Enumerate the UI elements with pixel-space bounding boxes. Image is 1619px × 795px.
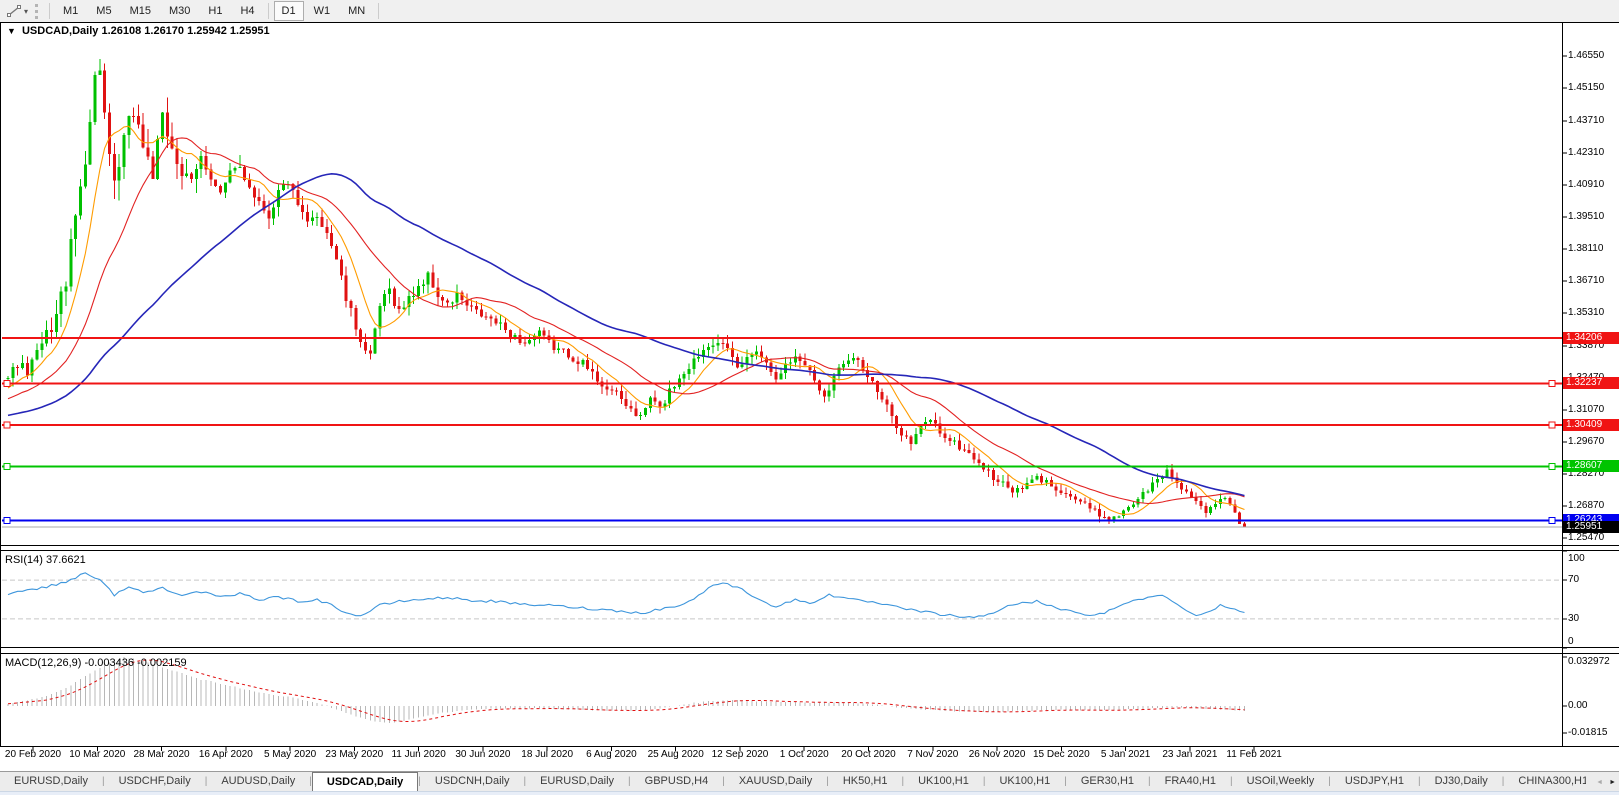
- tab-xauusd-daily[interactable]: XAUUSD,Daily: [725, 772, 826, 792]
- tab-audusd-daily[interactable]: AUDUSD,Daily: [207, 772, 309, 792]
- timeframe-button-m15[interactable]: M15: [122, 1, 159, 21]
- chart-ohlc-values: 1.26108 1.26170 1.25942 1.25951: [101, 25, 269, 37]
- timeframe-toolbar: M1M5M15M30H1H4 D1W1MN: [45, 1, 383, 21]
- chart-tab-bar: EURUSD,Daily|USDCHF,Daily|AUDUSD,Daily|U…: [0, 771, 1619, 792]
- timeframe-button-m30[interactable]: M30: [161, 1, 198, 21]
- timeframe-button-d1[interactable]: D1: [274, 1, 304, 21]
- toolbar: ▾ M1M5M15M30H1H4 D1W1MN: [0, 0, 1619, 22]
- pane-borders: [0, 23, 1619, 752]
- horizontal-lines-layer: [2, 338, 1562, 527]
- tab-uk100-h1[interactable]: UK100,H1: [904, 772, 983, 792]
- line-tool-icon[interactable]: [4, 3, 24, 19]
- collapse-arrow-icon[interactable]: ▼: [7, 26, 16, 36]
- price-chart-canvas[interactable]: [0, 0, 1619, 795]
- timeframe-button-m1[interactable]: M1: [55, 1, 86, 21]
- tab-usdcad-daily[interactable]: USDCAD,Daily: [312, 772, 418, 792]
- macd-signal-line: [8, 660, 1245, 721]
- rsi-line: [8, 573, 1245, 618]
- hline-handle: [1549, 517, 1555, 523]
- rsi-layer: [2, 573, 1562, 619]
- dropdown-caret-icon[interactable]: ▾: [24, 7, 28, 16]
- macd-label: MACD(12,26,9) -0.003436 -0.002159: [5, 657, 187, 669]
- timeframe-button-w1[interactable]: W1: [306, 1, 339, 21]
- tab-scroll-left-icon[interactable]: ◄: [1596, 779, 1603, 786]
- chart-symbol-period: USDCAD,Daily: [22, 25, 98, 37]
- hline-handle: [4, 517, 10, 523]
- tab-eurusd-daily[interactable]: EURUSD,Daily: [0, 772, 102, 792]
- toolbar-separator: [49, 3, 50, 19]
- chart-tabs: EURUSD,Daily|USDCHF,Daily|AUDUSD,Daily|U…: [0, 772, 1586, 792]
- timeframe-button-m5[interactable]: M5: [88, 1, 119, 21]
- ma-21-line: [8, 138, 1245, 504]
- tab-scroll-right-icon[interactable]: ►: [1609, 779, 1616, 786]
- macd-layer: [8, 657, 1245, 723]
- hline-handle: [1549, 422, 1555, 428]
- timeframe-button-mn[interactable]: MN: [340, 1, 373, 21]
- hline-handle: [4, 463, 10, 469]
- ma-55-line: [8, 174, 1245, 496]
- tab-usdjpy-h1[interactable]: USDJPY,H1: [1331, 772, 1418, 792]
- tab-china300-h1[interactable]: CHINA300,H1: [1504, 772, 1586, 792]
- toolbar-separator: [378, 3, 379, 19]
- rsi-label: RSI(14) 37.6621: [5, 554, 86, 566]
- hline-handle: [1549, 380, 1555, 386]
- ma-8-line: [8, 126, 1245, 514]
- moving-averages-layer: [8, 126, 1245, 514]
- toolbar-grip[interactable]: [35, 4, 38, 19]
- candles-layer: [7, 59, 1247, 527]
- hline-handle: [1549, 463, 1555, 469]
- macd-histogram: [8, 657, 1245, 723]
- chart-title: ▼ USDCAD,Daily 1.26108 1.26170 1.25942 1…: [7, 25, 270, 37]
- tab-eurusd-daily[interactable]: EURUSD,Daily: [526, 772, 628, 792]
- tab-fra40-h1[interactable]: FRA40,H1: [1151, 772, 1230, 792]
- hline-handle: [4, 380, 10, 386]
- hline-handle: [4, 422, 10, 428]
- tab-hk50-h1[interactable]: HK50,H1: [829, 772, 902, 792]
- tab-gbpusd-h4[interactable]: GBPUSD,H4: [631, 772, 723, 792]
- tab-ger30-h1[interactable]: GER30,H1: [1067, 772, 1148, 792]
- timeframe-button-h4[interactable]: H4: [232, 1, 262, 21]
- tab-usdcnh-daily[interactable]: USDCNH,Daily: [421, 772, 524, 792]
- tab-dj30-daily[interactable]: DJ30,Daily: [1421, 772, 1502, 792]
- tab-scroll-arrows: ◄ ►: [1596, 772, 1616, 792]
- tab-uk100-h1[interactable]: UK100,H1: [985, 772, 1064, 792]
- status-strip: [0, 791, 1619, 795]
- tab-usdchf-daily[interactable]: USDCHF,Daily: [105, 772, 205, 792]
- timeframe-button-h1[interactable]: H1: [200, 1, 230, 21]
- tab-usoil-weekly[interactable]: USOil,Weekly: [1233, 772, 1329, 792]
- mt4-window: ▾ M1M5M15M30H1H4 D1W1MN ▼ USDCAD,Daily 1.…: [0, 0, 1619, 795]
- toolbar-separator: [268, 3, 269, 19]
